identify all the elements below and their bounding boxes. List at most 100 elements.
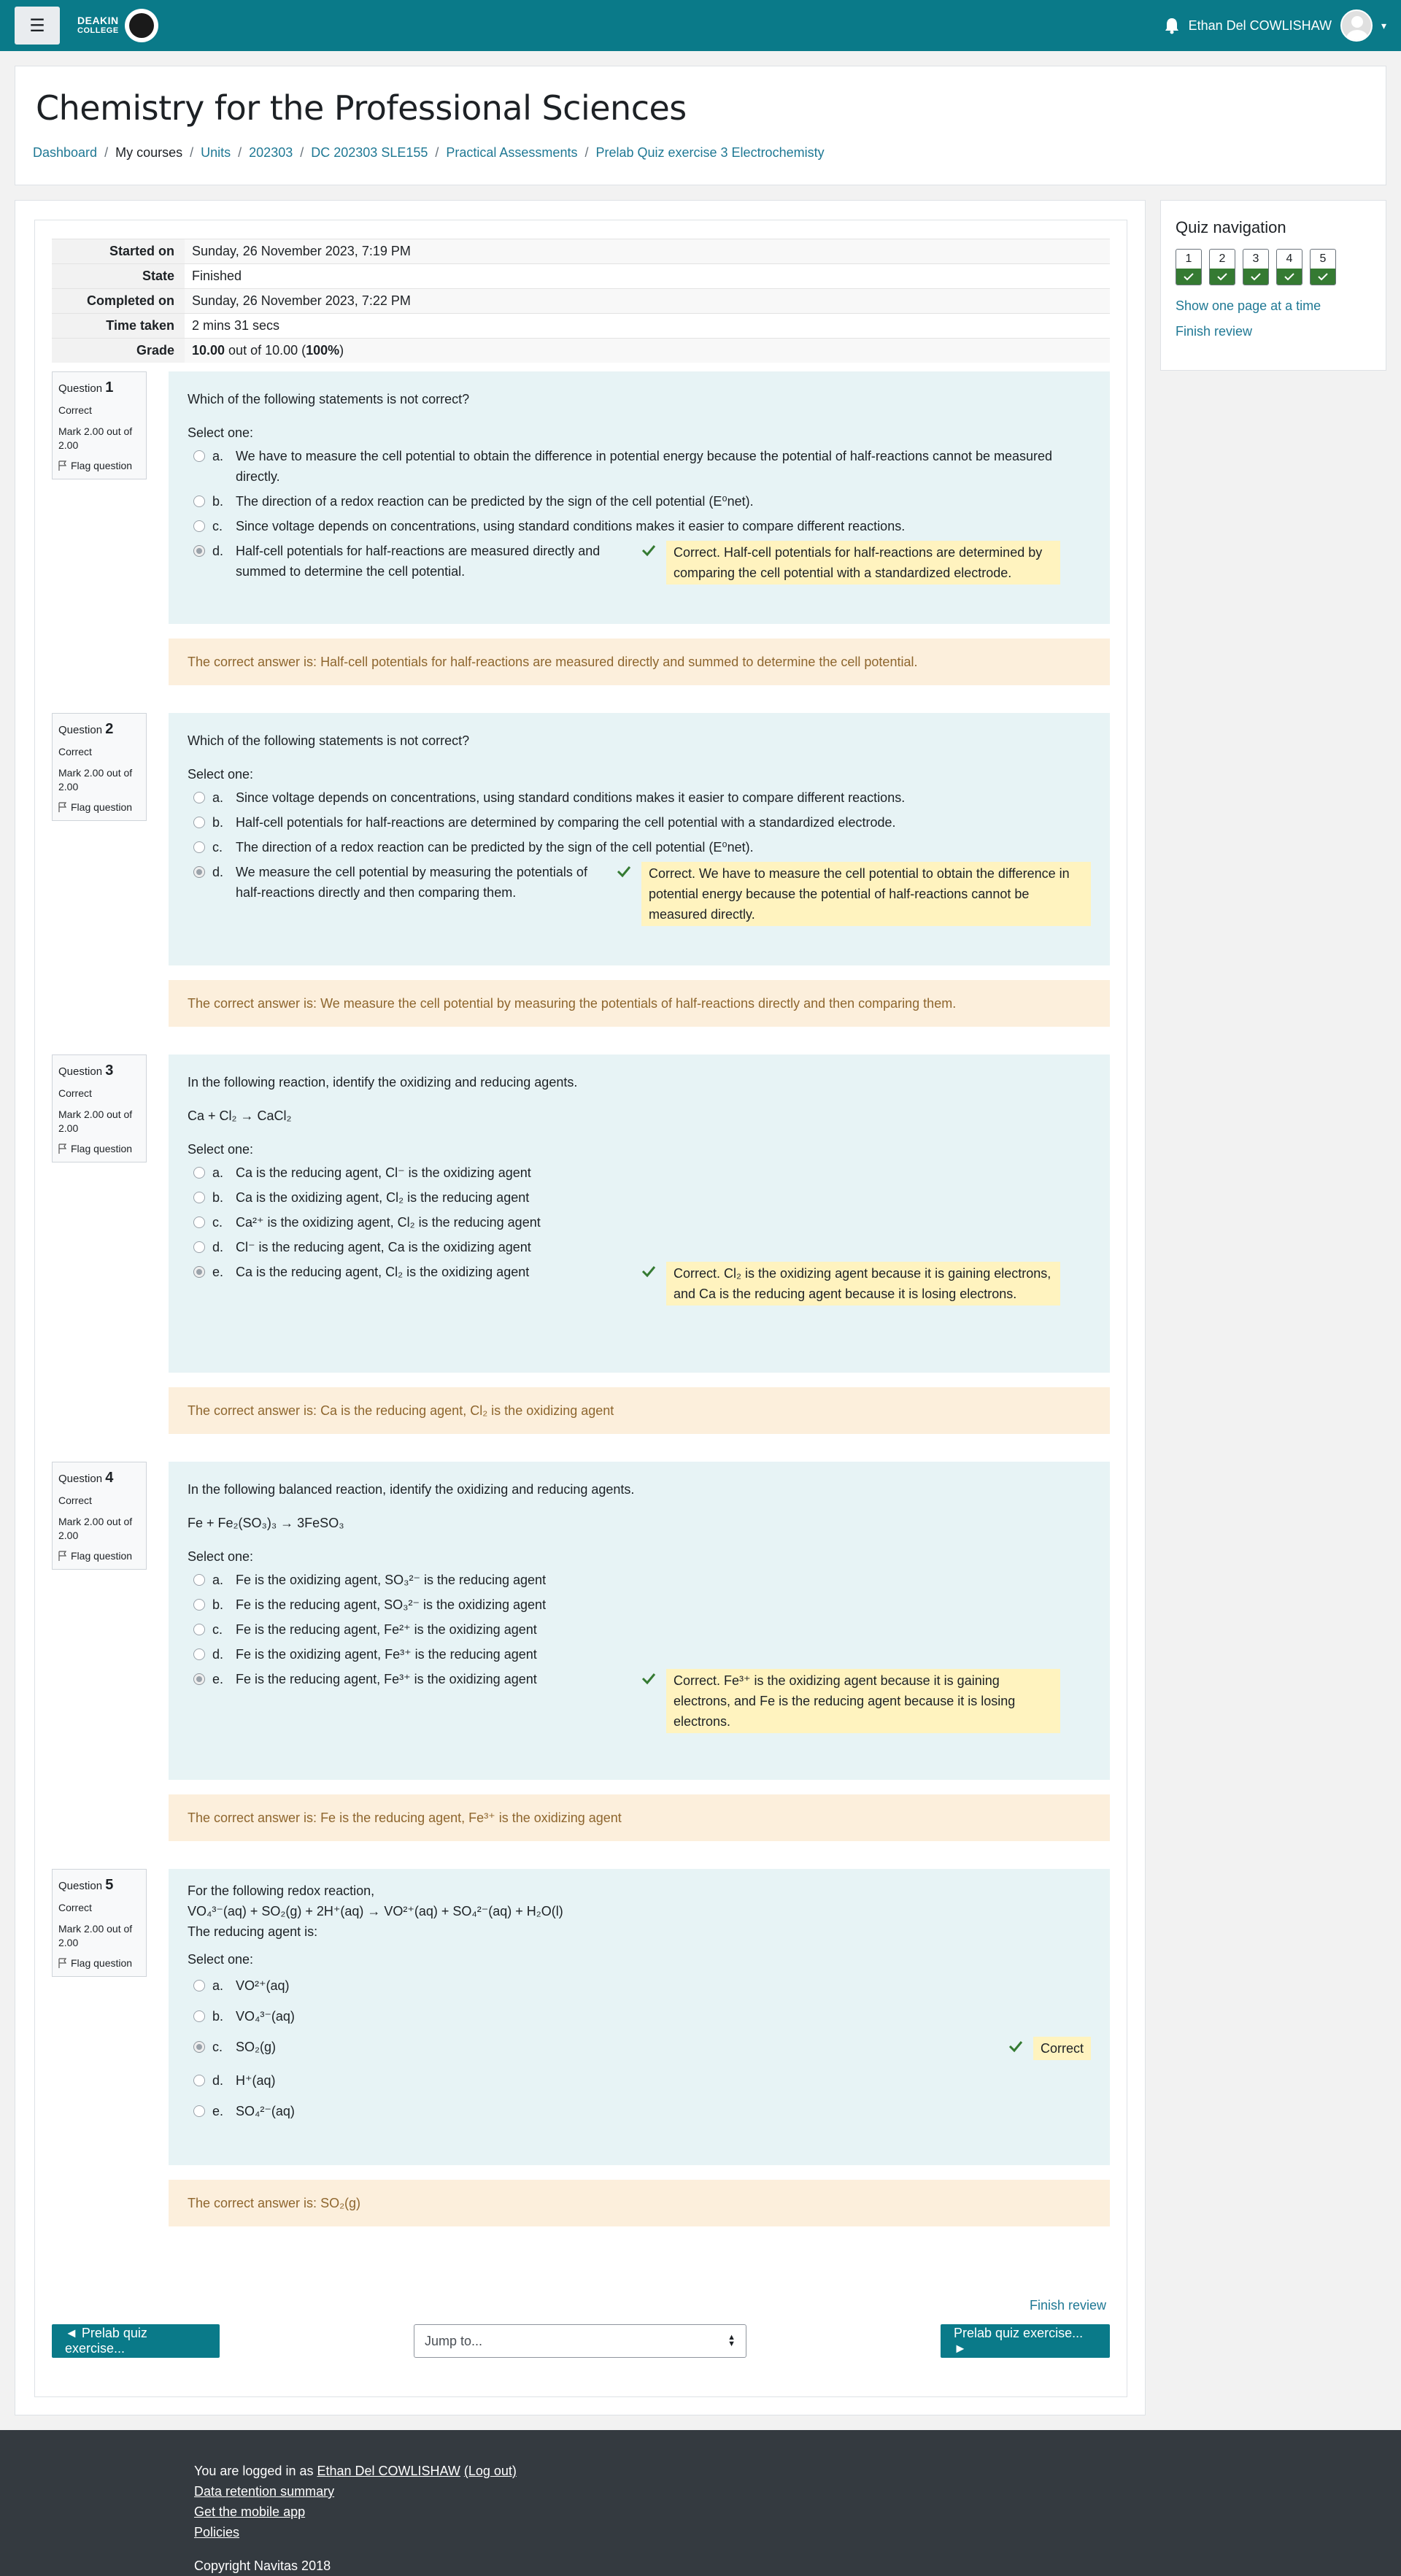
radio-button[interactable]: [193, 495, 205, 507]
breadcrumb-term[interactable]: 202303: [249, 145, 293, 161]
next-activity-button[interactable]: Prelab quiz exercise... ►: [941, 2324, 1110, 2358]
question-mark: Mark 2.00 out of 2.00: [58, 425, 133, 451]
menu-toggle-button[interactable]: ☰: [15, 7, 60, 45]
correct-check-icon: [1008, 2041, 1023, 2053]
breadcrumb-units[interactable]: Units: [201, 145, 231, 161]
flag-question-button[interactable]: Flag question: [58, 1143, 140, 1154]
radio-button[interactable]: [193, 841, 205, 853]
answer-option[interactable]: a. We have to measure the cell potential …: [188, 444, 1091, 489]
reaction-equation: Fe + Fe₂(SO₃)₃ → 3FeSO₃: [188, 1516, 344, 1530]
footer-user-link[interactable]: Ethan Del COWLISHAW: [317, 2464, 460, 2478]
logout-link[interactable]: (Log out): [464, 2464, 517, 2478]
chevron-down-icon[interactable]: ▾: [1381, 20, 1386, 32]
answer-option-selected[interactable]: e. Fe is the reducing agent, Fe³⁺ is the …: [188, 1667, 1091, 1735]
radio-button[interactable]: [193, 2075, 205, 2086]
quiz-nav-question-2[interactable]: 2: [1209, 249, 1235, 285]
copyright: Copyright Navitas 2018: [194, 2558, 331, 2573]
answer-option[interactable]: c. Fe is the reducing agent, Fe²⁺ is the …: [188, 1617, 1091, 1642]
user-avatar[interactable]: [1340, 9, 1373, 42]
policies-link[interactable]: Policies: [194, 2525, 239, 2540]
quiz-nav-question-3[interactable]: 3: [1243, 249, 1269, 285]
answer-option-selected[interactable]: d. We measure the cell potential by measu…: [188, 860, 1091, 928]
select-arrows-icon: ▲ ▼: [727, 2333, 736, 2348]
mobile-app-link[interactable]: Get the mobile app: [194, 2504, 305, 2519]
breadcrumb-quiz[interactable]: Prelab Quiz exercise 3 Electrochemisty: [595, 145, 824, 161]
page-footer: You are logged in as Ethan Del COWLISHAW…: [0, 2430, 1401, 2576]
answer-option[interactable]: b. Half-cell potentials for half-reaction…: [188, 810, 1091, 835]
radio-button-checked[interactable]: [193, 545, 205, 557]
radio-button[interactable]: [193, 1599, 205, 1611]
correct-answer-feedback: The correct answer is: Half-cell potenti…: [169, 639, 1110, 685]
radio-button[interactable]: [193, 1192, 205, 1203]
correct-check-icon: [641, 1266, 656, 1278]
question-3-formulation: In the following reaction, identify the …: [169, 1054, 1110, 1373]
previous-activity-button[interactable]: ◄ Prelab quiz exercise...: [52, 2324, 220, 2358]
answer-option[interactable]: a. Since voltage depends on concentration…: [188, 785, 1091, 810]
logo-text: DEAKIN COLLEGE: [77, 15, 119, 35]
notification-bell-icon[interactable]: [1164, 17, 1180, 34]
correct-check-icon: [617, 866, 631, 878]
answer-option[interactable]: b. Fe is the reducing agent, SO₃²⁻ is the…: [188, 1592, 1091, 1617]
answer-option[interactable]: a. Ca is the reducing agent, Cl⁻ is the o…: [188, 1160, 1091, 1185]
answer-option[interactable]: d. Cl⁻ is the reducing agent, Ca is the o…: [188, 1235, 1091, 1260]
question-info-2: Question 2 Correct Mark 2.00 out of 2.00…: [52, 713, 147, 821]
radio-button[interactable]: [193, 450, 205, 462]
breadcrumb-dashboard[interactable]: Dashboard: [33, 145, 97, 161]
radio-button[interactable]: [193, 1167, 205, 1179]
radio-button-checked[interactable]: [193, 866, 205, 878]
answer-option[interactable]: a. Fe is the oxidizing agent, SO₃²⁻ is th…: [188, 1567, 1091, 1592]
breadcrumb-course[interactable]: DC 202303 SLE155: [311, 145, 428, 161]
quiz-nav-question-4[interactable]: 4: [1276, 249, 1302, 285]
flag-question-button[interactable]: Flag question: [58, 460, 140, 471]
answer-option[interactable]: b. The direction of a redox reaction can …: [188, 489, 1091, 514]
radio-button-checked[interactable]: [193, 1673, 205, 1685]
radio-button[interactable]: [193, 1648, 205, 1660]
question-status: Correct: [58, 404, 92, 416]
answer-option-selected[interactable]: c. SO₂(g) Correct: [188, 2032, 1091, 2065]
radio-button[interactable]: [193, 520, 205, 532]
quiz-nav-question-5[interactable]: 5: [1310, 249, 1336, 285]
data-retention-link[interactable]: Data retention summary: [194, 2484, 334, 2499]
question-1-formulation: Which of the following statements is not…: [169, 371, 1110, 624]
finish-review-link[interactable]: Finish review: [1176, 324, 1371, 339]
answer-option[interactable]: b. Ca is the oxidizing agent, Cl₂ is the …: [188, 1185, 1091, 1210]
radio-button[interactable]: [193, 1241, 205, 1253]
answer-option[interactable]: c. The direction of a redox reaction can …: [188, 835, 1091, 860]
show-one-page-link[interactable]: Show one page at a time: [1176, 298, 1371, 314]
flag-question-button[interactable]: Flag question: [58, 801, 140, 813]
quiz-navigation-block: Quiz navigation 1 2 3 4 5 Show one page …: [1160, 200, 1386, 371]
finish-review-link[interactable]: Finish review: [1030, 2298, 1106, 2313]
answer-option[interactable]: c. Ca²⁺ is the oxidizing agent, Cl₂ is th…: [188, 1210, 1091, 1235]
radio-button[interactable]: [193, 792, 205, 803]
radio-button[interactable]: [193, 1574, 205, 1586]
breadcrumb-my-courses: My courses: [115, 145, 183, 160]
correct-answer-feedback: The correct answer is: SO₂(g): [169, 2180, 1110, 2226]
flag-question-button[interactable]: Flag question: [58, 1957, 140, 1969]
user-menu-name[interactable]: Ethan Del COWLISHAW: [1189, 18, 1332, 34]
specific-feedback: Correct. We have to measure the cell pot…: [641, 862, 1091, 926]
correct-answer-feedback: The correct answer is: Ca is the reducin…: [169, 1387, 1110, 1434]
radio-button-checked[interactable]: [193, 1266, 205, 1278]
answer-option[interactable]: d. H⁺(aq): [188, 2065, 1091, 2096]
answer-option[interactable]: c. Since voltage depends on concentration…: [188, 514, 1091, 539]
answer-option-selected[interactable]: d. Half-cell potentials for half-reaction…: [188, 539, 1091, 587]
answer-option-selected[interactable]: e. Ca is the reducing agent, Cl₂ is the o…: [188, 1260, 1091, 1308]
radio-button[interactable]: [193, 2010, 205, 2022]
answer-option[interactable]: b. VO₄³⁻(aq): [188, 2001, 1091, 2032]
jump-to-select[interactable]: Jump to... ▲ ▼: [414, 2324, 746, 2358]
radio-button[interactable]: [193, 1216, 205, 1228]
radio-button[interactable]: [193, 2105, 205, 2117]
answer-option[interactable]: a. VO²⁺(aq): [188, 1970, 1091, 2001]
site-logo[interactable]: DEAKIN COLLEGE: [77, 9, 158, 42]
radio-button[interactable]: [193, 1624, 205, 1635]
radio-button[interactable]: [193, 1980, 205, 1991]
breadcrumb: Dashboard / My courses / Units/ 202303/ DC…: [33, 145, 825, 161]
quiz-nav-question-1[interactable]: 1: [1176, 249, 1202, 285]
radio-button[interactable]: [193, 817, 205, 828]
answer-option[interactable]: e. SO₄²⁻(aq): [188, 2096, 1091, 2126]
check-icon: [1277, 269, 1302, 285]
breadcrumb-section[interactable]: Practical Assessments: [446, 145, 577, 161]
answer-option[interactable]: d. Fe is the oxidizing agent, Fe³⁺ is the…: [188, 1642, 1091, 1667]
radio-button-checked[interactable]: [193, 2041, 205, 2053]
flag-question-button[interactable]: Flag question: [58, 1550, 140, 1562]
